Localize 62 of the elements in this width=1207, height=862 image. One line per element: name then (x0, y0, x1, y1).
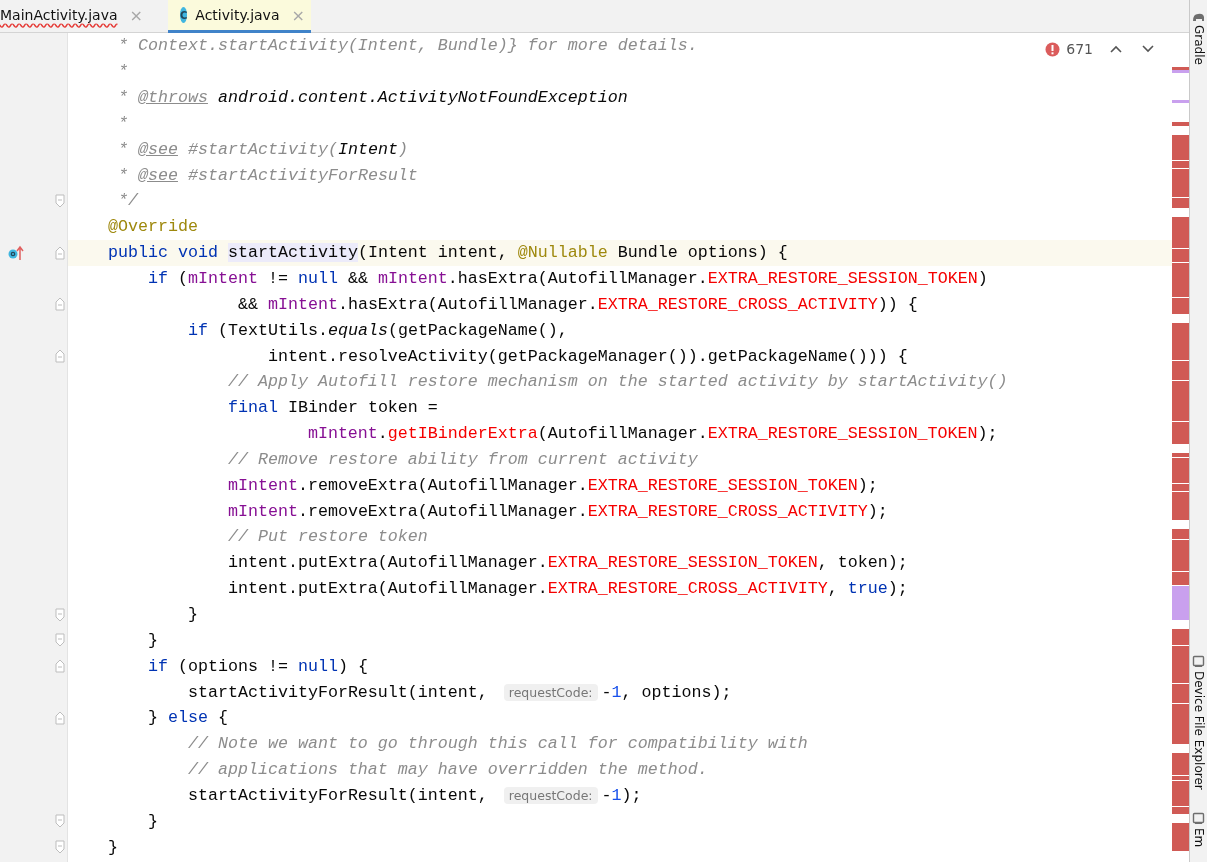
code-line: // Put restore token (227, 527, 428, 547)
tool-window-label[interactable]: Device File Explorer (1191, 670, 1206, 790)
code-line: intent.resolveActivity(getPackageManager()).getPackageName())) { (267, 346, 908, 366)
code-line: * Context.startActivity(Intent, Bundle)} for more details. (118, 36, 698, 56)
problem-count[interactable]: 671 (1066, 41, 1093, 57)
code-line: intent.putExtra(AutofillManager.EXTRA_RESTORE_SESSION_TOKEN, token); (227, 553, 908, 573)
code-line: */ (118, 191, 138, 211)
tab-label: MainActivity.java (0, 7, 118, 23)
code-line: if (TextUtils.equals(getPackageName(), (187, 320, 568, 340)
fold-marker-icon[interactable] (55, 194, 65, 209)
code-line: // Apply Autofill restore mechanism on the started activity by startActivity() (227, 372, 1008, 392)
code-line: @Override (108, 217, 198, 237)
code-line: } (108, 837, 118, 857)
code-line: } (147, 630, 158, 650)
code-line: * @see #startActivityForResult (118, 165, 418, 185)
code-line: * (118, 62, 128, 82)
code-line: startActivityForResult(intent, (187, 785, 489, 805)
code-line: -1, options); (601, 682, 732, 702)
editor-tab[interactable]: C Activity.java × (168, 0, 311, 33)
fold-marker-icon[interactable] (55, 297, 65, 312)
elephant-icon (1192, 12, 1205, 22)
code-line: final IBinder token = (227, 398, 438, 418)
tool-window-label[interactable]: Em (1191, 827, 1206, 847)
code-line: startActivityForResult(intent, (187, 682, 489, 702)
code-line: // Note we want to go through this call for compatibility with (187, 734, 808, 754)
code-line: * @see #startActivity(Intent) (118, 139, 408, 159)
parameter-hint: requestCode: (503, 786, 598, 804)
tab-label: Activity.java (195, 7, 280, 23)
fold-marker-icon[interactable] (55, 349, 65, 364)
code-line: && mIntent.hasExtra(AutofillManager.EXTRA_RESTORE_CROSS_ACTIVITY)) { (237, 294, 918, 314)
code-line: mIntent.removeExtra(AutofillManager.EXTRA_RESTORE_CROSS_ACTIVITY); (227, 501, 888, 521)
code-line: } else { (147, 708, 228, 728)
code-line: mIntent.removeExtra(AutofillManager.EXTRA_RESTORE_SESSION_TOKEN); (227, 475, 878, 495)
error-icon (1045, 41, 1061, 57)
code-line: if (options != null) { (147, 656, 368, 676)
override-marker-icon[interactable] (8, 244, 24, 261)
fold-marker-icon[interactable] (55, 840, 65, 855)
code-line: } (147, 811, 158, 831)
code-line: * (118, 113, 128, 133)
code-line: mIntent.getIBinderExtra(AutofillManager.EXTRA_RESTORE_SESSION_TOKEN); (307, 424, 998, 444)
code-line: // applications that may have overridden the method. (187, 760, 708, 780)
code-line: if (mIntent != null && mIntent.hasExtra(AutofillManager.EXTRA_RESTORE_SESSION_TOKEN) (147, 269, 988, 288)
parameter-hint: requestCode: (503, 683, 598, 701)
class-icon: C (180, 7, 188, 23)
fold-marker-icon[interactable] (55, 814, 65, 829)
code-line: -1); (601, 785, 642, 805)
code-line: } (187, 605, 198, 624)
code-line: intent.putExtra(AutofillManager.EXTRA_RESTORE_CROSS_ACTIVITY, true); (227, 579, 908, 599)
fold-marker-icon[interactable] (55, 607, 65, 622)
fold-marker-icon[interactable] (55, 633, 65, 648)
device-icon (1192, 654, 1205, 668)
code-line: public void startActivity(Intent intent, @Nullable Bundle options) { (108, 243, 788, 263)
editor-tab[interactable]: MainActivity.java × (0, 0, 153, 33)
fold-marker-icon[interactable] (55, 659, 65, 674)
fold-marker-icon[interactable] (55, 710, 65, 725)
previous-icon[interactable] (1109, 44, 1123, 54)
tool-window-label[interactable]: Gradle (1191, 25, 1206, 65)
fold-marker-icon[interactable] (55, 245, 65, 260)
code-line: * @throws android.content.ActivityNotFoundException (118, 88, 628, 108)
code-line: // Remove restore ability from current activity (227, 449, 698, 469)
device-icon (1192, 811, 1205, 825)
next-icon[interactable] (1141, 44, 1155, 54)
